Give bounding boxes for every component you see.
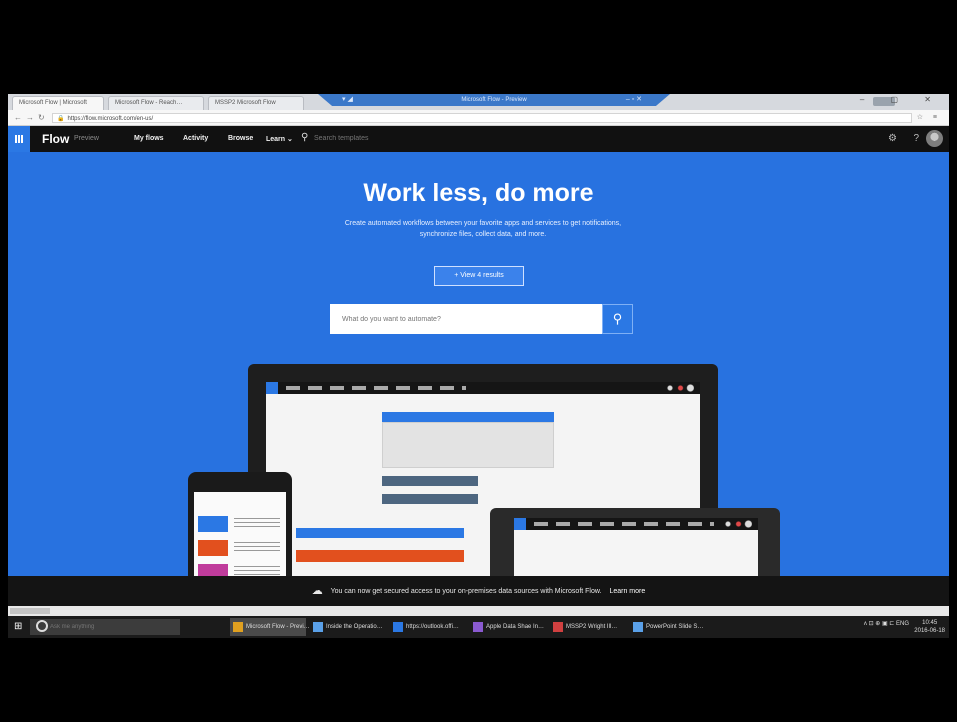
- app-icon: [473, 622, 483, 632]
- taskbar-item[interactable]: https://outlook.offi…: [390, 618, 466, 636]
- url-text: https://flow.microsoft.com/en-us/: [67, 116, 154, 122]
- nav-browse[interactable]: Browse: [228, 135, 253, 142]
- help-icon[interactable]: ?: [913, 133, 919, 144]
- automate-search-input[interactable]: [330, 304, 602, 334]
- app-icon: [633, 622, 643, 632]
- phone-illustration: [188, 472, 292, 576]
- flow-logo[interactable]: Flow: [42, 132, 69, 146]
- nav-learn[interactable]: Learn ⌄: [266, 135, 293, 143]
- browser-menu-icon[interactable]: ☆ ≡: [917, 113, 941, 121]
- app-icon: [393, 622, 403, 632]
- tablet-illustration: [490, 508, 780, 576]
- clock-time: 10:45: [922, 620, 938, 626]
- mini-nav: [266, 382, 700, 394]
- mini-card-header: [382, 412, 554, 422]
- forward-icon[interactable]: →: [26, 113, 34, 122]
- lock-icon: 🔒: [57, 116, 65, 122]
- refresh-icon[interactable]: ↻: [38, 113, 45, 122]
- remote-title: Microsoft Flow - Preview: [461, 97, 527, 103]
- phone-screen: [194, 492, 286, 576]
- nav-my-flows[interactable]: My flows: [134, 135, 164, 142]
- mini-nav: [514, 518, 758, 530]
- tab-strip: Microsoft Flow | Microsoft Microsoft Flo…: [8, 94, 949, 110]
- app-launcher-icon[interactable]: [8, 126, 30, 152]
- avatar[interactable]: [926, 130, 943, 147]
- remote-controls-icon[interactable]: – ▫ ✕: [626, 94, 642, 106]
- learn-more-link[interactable]: Learn more: [609, 588, 645, 595]
- hero-title: Work less, do more: [363, 179, 594, 207]
- taskbar: ⊞ Microsoft Flow - Previ… Inside the Ope…: [8, 616, 949, 638]
- taskbar-item[interactable]: Inside the Operatio…: [310, 618, 386, 636]
- scroll-thumb[interactable]: [10, 608, 50, 614]
- browser-window: Microsoft Flow | Microsoft Microsoft Flo…: [8, 94, 949, 616]
- mini-card-body: [382, 422, 554, 468]
- flow-top-nav: Flow Preview My flows Activity Browse Le…: [8, 126, 949, 152]
- phone-row: [194, 562, 286, 576]
- notification-bar: ☁ You can now get secured access to your…: [8, 576, 949, 606]
- hero-subtitle: Create automated workflows between your …: [344, 220, 622, 238]
- cortana-icon[interactable]: [36, 620, 48, 632]
- notice-text: You can now get secured access to your o…: [330, 587, 602, 595]
- app-icon: [233, 622, 243, 632]
- tab-mssp2[interactable]: MSSP2 Microsoft Flow: [208, 96, 304, 110]
- horizontal-scrollbar[interactable]: [8, 606, 949, 616]
- cloud-icon: ☁: [311, 585, 323, 597]
- tab-flow-reach[interactable]: Microsoft Flow - Reach…: [108, 96, 204, 110]
- tab-flow[interactable]: Microsoft Flow | Microsoft: [12, 96, 104, 110]
- app-icon: [313, 622, 323, 632]
- search-button[interactable]: ⚲: [602, 304, 633, 334]
- mini-step: [382, 494, 478, 504]
- phone-row: [194, 514, 286, 534]
- url-field[interactable]: 🔒 https://flow.microsoft.com/en-us/: [52, 113, 912, 123]
- hero-section: Work less, do more Create automated work…: [8, 152, 949, 576]
- template-search-input[interactable]: [314, 135, 404, 142]
- mini-action: [296, 550, 464, 562]
- taskbar-item[interactable]: MSSP2 Wright Ill…: [550, 618, 626, 636]
- taskbar-item[interactable]: Apple Data Shae In…: [470, 618, 546, 636]
- mini-action: [296, 528, 464, 538]
- windows-start-icon[interactable]: ⊞: [14, 621, 22, 632]
- clock[interactable]: 10:45 2016-06-18: [914, 619, 945, 635]
- window-controls[interactable]: – ▢ ✕: [860, 95, 943, 104]
- video-frame: Microsoft Flow | Microsoft Microsoft Flo…: [0, 0, 957, 722]
- tablet-screen: [514, 518, 758, 576]
- mini-step: [382, 476, 478, 486]
- view-results-button[interactable]: + View 4 results: [434, 266, 524, 286]
- remote-session-bar[interactable]: ▾ ◢ Microsoft Flow - Preview – ▫ ✕: [318, 94, 670, 106]
- search-icon[interactable]: ⚲: [301, 132, 308, 143]
- phone-row: [194, 538, 286, 558]
- clock-date: 2016-06-18: [914, 628, 945, 634]
- cortana-search-input[interactable]: [30, 619, 180, 635]
- address-bar-row: ← → ↻ 🔒 https://flow.microsoft.com/en-us/…: [8, 110, 949, 126]
- settings-icon[interactable]: ⚙: [888, 133, 897, 144]
- pin-icon[interactable]: ▾ ◢: [342, 94, 353, 106]
- back-icon[interactable]: ←: [14, 113, 22, 122]
- preview-badge: Preview: [74, 135, 99, 142]
- system-tray[interactable]: ʌ ⊡ ⊕ ▣ ⊏ ENG: [864, 620, 909, 627]
- taskbar-item[interactable]: PowerPoint Slide S…: [630, 618, 710, 636]
- app-icon: [553, 622, 563, 632]
- nav-activity[interactable]: Activity: [183, 135, 208, 142]
- taskbar-item[interactable]: Microsoft Flow - Previ…: [230, 618, 310, 636]
